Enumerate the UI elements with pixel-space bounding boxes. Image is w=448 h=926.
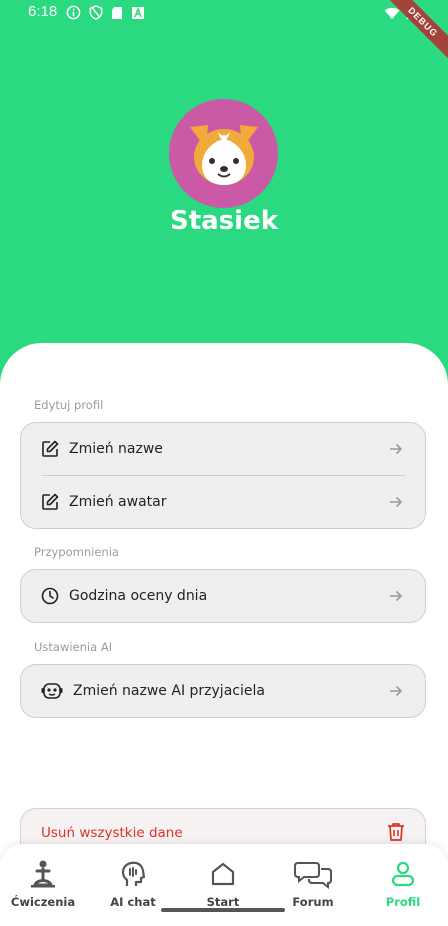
person-icon (391, 861, 415, 887)
avatar[interactable] (169, 99, 278, 208)
ai-settings-card: Zmień nazwe AI przyjaciela (20, 664, 426, 718)
nav-label-start: Start (206, 895, 240, 909)
robot-icon (41, 683, 63, 699)
nav-item-profile[interactable]: Profil (358, 856, 448, 909)
status-time: 6:18 (28, 3, 58, 20)
home-icon (211, 862, 235, 886)
chat-bubbles-icon (294, 862, 332, 889)
change-name-label: Zmień nazwe (69, 441, 163, 457)
day-rating-time-row[interactable]: Godzina oceny dnia (21, 570, 425, 622)
exercise-icon (31, 860, 55, 888)
nav-label-profile: Profil (385, 895, 421, 909)
ai-head-icon (121, 861, 146, 886)
nav-item-start[interactable]: Start (178, 856, 268, 909)
arrow-right-icon (390, 496, 403, 508)
trash-icon (388, 823, 404, 841)
rename-ai-friend-label: Zmień nazwe AI przyjaciela (73, 683, 265, 699)
nav-item-forum[interactable]: Forum (268, 856, 358, 909)
shield-icon (89, 5, 103, 24)
edit-icon (42, 493, 59, 510)
rename-ai-friend-row[interactable]: Zmień nazwe AI przyjaciela (21, 665, 425, 717)
section-label-ai-settings: Ustawienia AI (34, 640, 113, 654)
home-indicator[interactable] (161, 908, 285, 912)
nav-label-forum: Forum (292, 895, 334, 909)
arrow-right-icon (390, 443, 403, 455)
info-icon (66, 5, 81, 24)
nav-label-exercises: Ćwiczenia (10, 895, 76, 909)
change-name-row[interactable]: Zmień nazwe (21, 423, 425, 475)
day-rating-time-label: Godzina oceny dnia (69, 588, 208, 604)
arrow-right-icon (390, 590, 403, 602)
edit-icon (42, 440, 59, 457)
reminders-card: Godzina oceny dnia (20, 569, 426, 623)
delete-all-data-label: Usuń wszystkie dane (41, 825, 183, 841)
section-label-reminders: Przypomnienia (34, 545, 119, 559)
font-icon (131, 5, 145, 24)
user-name: Stasiek (169, 206, 278, 236)
status-bar: 6:18 (0, 0, 448, 26)
section-label-edit-profile: Edytuj profil (34, 398, 104, 412)
profile-header: 6:18 DEBUG Stasiek (0, 0, 448, 370)
nav-label-ai-chat: AI chat (110, 895, 156, 909)
bottom-navigation: Ćwiczenia AI chat Start Forum Profil (0, 844, 448, 926)
nav-item-exercises[interactable]: Ćwiczenia (0, 856, 88, 909)
change-avatar-row[interactable]: Zmień awatar (21, 476, 425, 528)
edit-profile-card: Zmień nazwe Zmień awatar (20, 422, 426, 529)
sd-card-icon (111, 5, 123, 24)
dog-avatar-icon (189, 124, 258, 185)
nav-item-ai-chat[interactable]: AI chat (88, 856, 178, 909)
arrow-right-icon (390, 685, 403, 697)
change-avatar-label: Zmień awatar (69, 494, 167, 510)
clock-icon (41, 587, 59, 605)
